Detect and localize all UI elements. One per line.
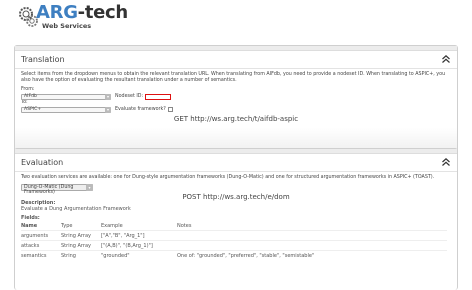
table-cell [177, 240, 447, 251]
evaluation-description: Two evaluation services are available: o… [21, 175, 435, 180]
column-header: Type [61, 223, 73, 229]
chevron-down-icon: ▾ [86, 184, 93, 191]
description-text: Evaluate a Dung Argumentation Framework [21, 206, 131, 212]
site-header: ARG-tech Web Services [18, 2, 218, 34]
table-cell: String Array [61, 240, 101, 251]
collapse-chevron-icon[interactable] [441, 157, 451, 167]
table-cell: attacks [21, 240, 61, 251]
evaluate-framework-label: Evaluate framework? [115, 106, 166, 112]
column-header: Example [101, 223, 123, 229]
nodeset-id-input[interactable] [145, 93, 172, 100]
table-cell: String [61, 250, 101, 260]
translation-header[interactable]: Translation [15, 51, 457, 69]
to-select-value: ASPIC+ [24, 106, 42, 112]
table-cell [177, 230, 447, 241]
brand-tech: -tech [77, 2, 129, 23]
evaluation-panel: Evaluation Two evaluation services are a… [14, 148, 458, 290]
table-row: arguments String Array ["A","B", "Arg_1"… [21, 230, 447, 241]
evaluation-header[interactable]: Evaluation [15, 154, 457, 172]
evaluate-framework-checkbox[interactable] [167, 107, 173, 112]
evaluation-title: Evaluation [21, 158, 64, 167]
evaluation-service-select[interactable]: Dung-O-Matic (Dung Frameworks) ▾ [21, 184, 93, 195]
table-cell: String Array [61, 230, 101, 241]
from-select[interactable]: AIFdb ▾ [21, 93, 111, 100]
nodeset-label: Nodeset ID: [115, 93, 144, 99]
column-header: Name [21, 223, 38, 229]
brand-arg: ARG [36, 2, 78, 23]
collapse-chevron-icon[interactable] [441, 54, 451, 64]
brand-logo[interactable]: ARG-tech [36, 2, 128, 23]
table-cell: arguments [21, 230, 61, 241]
fields-heading: Fields: [21, 215, 40, 221]
translation-description: Select items from the dropdown menus to … [21, 72, 446, 83]
brand-subtitle: Web Services [42, 22, 92, 30]
translation-url: GET http://ws.arg.tech/t/aifdb-aspic [173, 115, 299, 123]
chevron-down-icon: ▾ [105, 106, 111, 113]
fields-table: Name Type Example Notes arguments String… [21, 222, 447, 260]
chevron-down-icon: ▾ [105, 93, 111, 100]
column-header: Notes [177, 223, 192, 229]
table-cell: semantics [21, 250, 61, 260]
table-row: semantics String "grounded" One of: "gro… [21, 250, 447, 260]
table-header-row: Name Type Example Notes [21, 222, 447, 231]
table-cell: ["(A,B)", "(B,Arg_1)"] [101, 240, 177, 251]
to-select[interactable]: ASPIC+ ▾ [21, 106, 111, 113]
translation-title: Translation [21, 55, 65, 64]
table-row: attacks String Array ["(A,B)", "(B,Arg_1… [21, 240, 447, 251]
translation-panel: Translation Select items from the dropdo… [14, 45, 458, 163]
table-cell: "grounded" [101, 250, 177, 260]
table-cell: ["A","B", "Arg_1"] [101, 230, 177, 241]
from-select-value: AIFdb [24, 93, 37, 99]
table-cell: One of: "grounded", "preferred", "stable… [177, 250, 447, 260]
